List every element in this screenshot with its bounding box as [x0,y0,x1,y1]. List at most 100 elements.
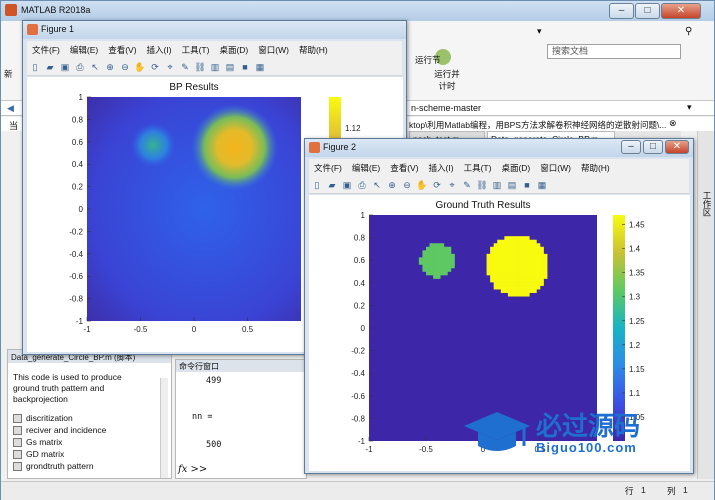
data-cursor-icon[interactable]: ⌖ [446,179,458,191]
menu-tools[interactable]: 工具(T) [459,159,497,177]
section-item[interactable]: reciver and incidence [13,424,106,436]
menu-edit[interactable]: 编辑(E) [65,41,103,59]
zoom-in-icon[interactable]: ⊕ [104,61,116,73]
new-figure-icon[interactable]: ▯ [29,61,41,73]
pixel-cell [500,246,505,251]
back-arrow-icon[interactable]: ◀ [7,103,14,114]
path-dropdown-icon[interactable]: ▾ [687,102,692,113]
run-and-time-label[interactable]: 运行并 计时 [433,68,461,92]
maximize-button[interactable]: □ [635,3,660,19]
pixel-cell [436,260,441,265]
pixel-cell [515,246,519,251]
rotate-icon[interactable]: ⟳ [149,61,161,73]
figure2-maximize-button[interactable]: □ [643,140,663,154]
close-button[interactable]: ✕ [661,3,701,19]
section-item[interactable]: grondtruth pattern [13,460,106,472]
legend-icon[interactable]: ▤ [506,179,518,191]
menu-help[interactable]: 帮助(H) [576,159,615,177]
menu-file[interactable]: 文件(F) [309,159,347,177]
menu-insert[interactable]: 插入(I) [424,159,459,177]
pixel-cell [507,271,512,276]
figure2-minimize-button[interactable]: – [621,140,641,154]
editor-close-icon[interactable]: ⊗ [669,118,677,129]
pixel-cell [436,271,441,276]
edit-plot-icon[interactable]: ↖ [371,179,383,191]
zoom-in-icon[interactable]: ⊕ [386,179,398,191]
new-label[interactable]: 新 [4,68,13,80]
menu-help[interactable]: 帮助(H) [294,41,333,59]
search-icon[interactable]: ⚲ [685,26,692,37]
pixel-cell [525,278,530,283]
section-item[interactable]: Gs matrix [13,436,106,448]
pixel-cell [447,267,452,272]
save-icon[interactable]: ▣ [341,179,353,191]
section-item[interactable]: discritization [13,412,106,424]
menu-file[interactable]: 文件(F) [27,41,65,59]
row-value: 1 [641,485,646,495]
pixel-cell [540,271,544,276]
colorbar-icon[interactable]: ▥ [209,61,221,73]
command-prompt[interactable]: fx >> [178,464,207,475]
show-tools-icon[interactable]: ▦ [536,179,548,191]
pixel-cell [522,260,527,265]
link-icon[interactable]: ⛓ [476,179,488,191]
zoom-out-icon[interactable]: ⊖ [401,179,413,191]
menu-view[interactable]: 查看(V) [385,159,423,177]
menu-window[interactable]: 窗口(W) [253,41,294,59]
menu-edit[interactable]: 编辑(E) [347,159,385,177]
brush-icon[interactable]: ✎ [461,179,473,191]
pixel-cell [504,282,509,286]
show-tools-icon[interactable]: ▦ [254,61,266,73]
pixel-cell [525,243,530,248]
hide-tools-icon[interactable]: ■ [239,61,251,73]
colorbar-icon[interactable]: ▥ [491,179,503,191]
run-section-label[interactable]: 运行节 [415,54,441,66]
legend-icon[interactable]: ▤ [224,61,236,73]
pixel-cell [443,250,448,255]
search-documentation-input[interactable]: 搜索文档 [547,44,681,59]
x-tick-label: 0.5 [242,325,254,334]
figure2-title-bar: Figure 2 – □ ✕ [305,139,693,157]
pixel-cell [497,271,502,276]
open-icon[interactable]: ▰ [326,179,338,191]
file-panel-scrollbar[interactable] [160,378,168,478]
command-window[interactable]: 命令行窗口 499 nn = 500 fx >> [175,359,307,479]
pan-icon[interactable]: ✋ [416,179,428,191]
menu-desktop[interactable]: 桌面(D) [496,159,535,177]
pan-icon[interactable]: ✋ [134,61,146,73]
status-bar: 行 1 列 1 [1,481,714,500]
pixel-cell [447,257,452,262]
brush-icon[interactable]: ✎ [179,61,191,73]
open-icon[interactable]: ▰ [44,61,56,73]
minimize-button[interactable]: – [609,3,634,19]
section-item[interactable]: GD matrix [13,448,106,460]
save-icon[interactable]: ▣ [59,61,71,73]
menu-window[interactable]: 窗口(W) [535,159,576,177]
menu-desktop[interactable]: 桌面(D) [214,41,253,59]
pixel-cell [525,282,530,286]
pixel-cell [543,264,548,269]
hide-tools-icon[interactable]: ■ [521,179,533,191]
pixel-cell [426,250,430,255]
print-icon[interactable]: ⎙ [74,61,86,73]
pixel-cell [518,278,523,283]
filter-dropdown-icon[interactable]: ▾ [537,26,542,37]
menu-view[interactable]: 查看(V) [103,41,141,59]
x-tick-label: 0 [192,325,197,334]
data-cursor-icon[interactable]: ⌖ [164,61,176,73]
pixel-cell [515,257,519,262]
link-icon[interactable]: ⛓ [194,61,206,73]
edit-plot-icon[interactable]: ↖ [89,61,101,73]
print-icon[interactable]: ⎙ [356,179,368,191]
zoom-out-icon[interactable]: ⊖ [119,61,131,73]
figure2-title: Figure 2 [323,142,357,152]
workspace-strip[interactable]: 工作区 [697,131,714,479]
new-figure-icon[interactable]: ▯ [311,179,323,191]
menu-tools[interactable]: 工具(T) [177,41,215,59]
figure2-close-button[interactable]: ✕ [665,140,689,154]
menu-insert[interactable]: 插入(I) [142,41,177,59]
pixel-cell [507,250,512,255]
rotate-icon[interactable]: ⟳ [431,179,443,191]
y-tick-label: 0.6 [354,256,366,265]
pixel-cell [518,246,523,251]
